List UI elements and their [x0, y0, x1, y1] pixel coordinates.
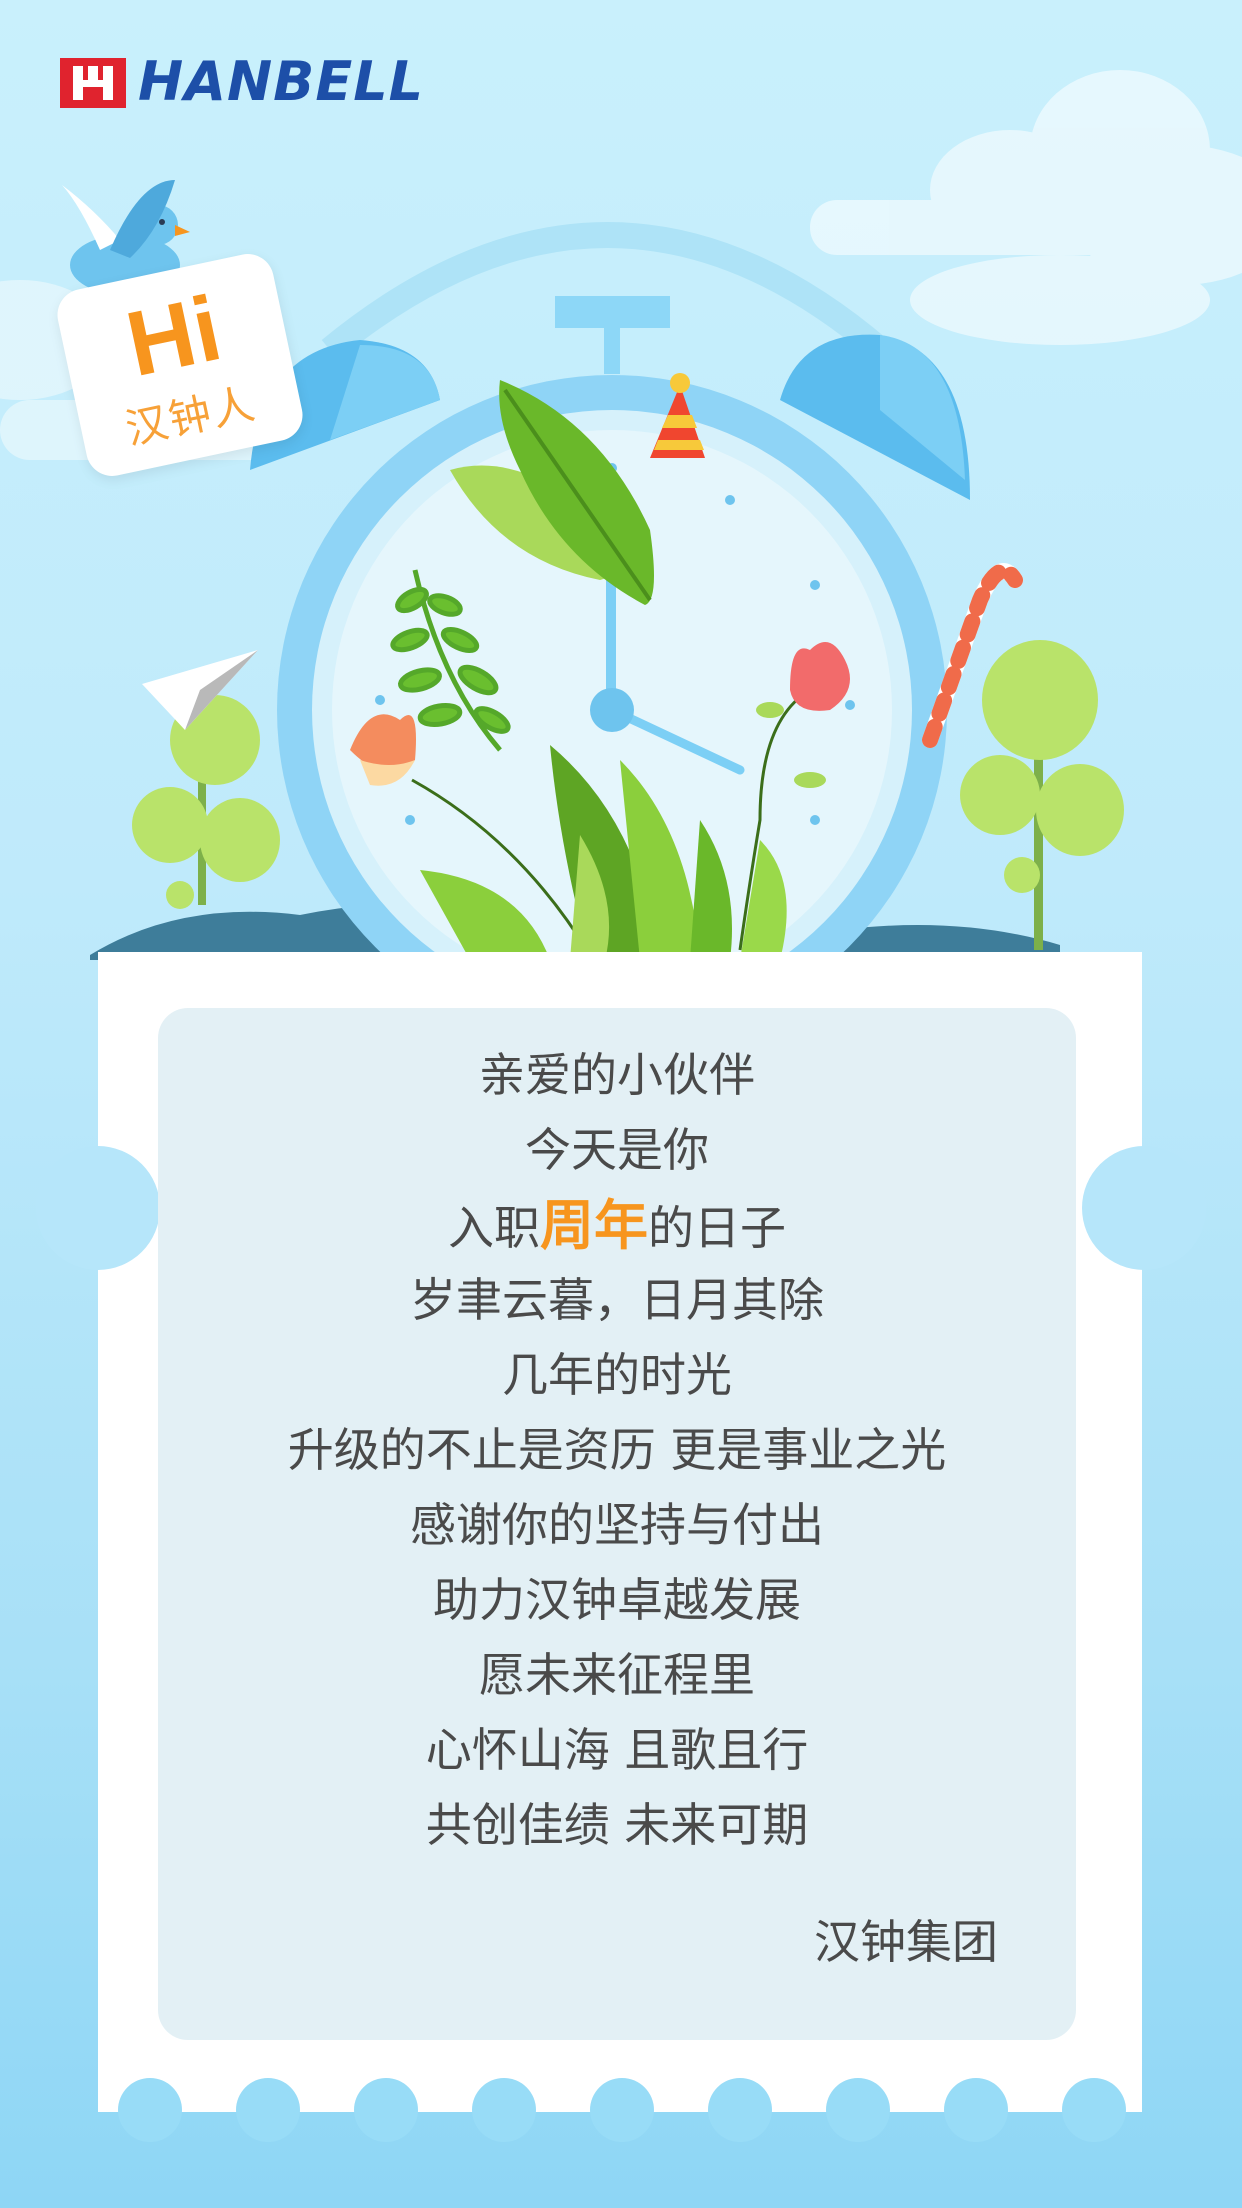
poem-text: 的日子: [648, 1201, 786, 1255]
hanbell-logo: HANBELL: [60, 50, 440, 113]
message-panel: 亲爱的小伙伴 今天是你 入职周年的日子 岁聿云暮，日月其除 几年的时光 升级的不…: [158, 1008, 1076, 2040]
poem-line: 升级的不止是资历 更是事业之光: [287, 1423, 947, 1477]
clock-stem: [555, 296, 670, 328]
highlight-anniversary: 周年: [540, 1194, 648, 1257]
poem-line: 岁聿云暮，日月其除: [410, 1273, 824, 1327]
poem-line: 亲爱的小伙伴: [479, 1048, 755, 1102]
signature: 汉钟集团: [814, 1915, 998, 1969]
poem: 亲爱的小伙伴 今天是你 入职周年的日子 岁聿云暮，日月其除 几年的时光 升级的不…: [158, 1038, 1076, 1863]
poem-line: 入职周年的日子: [158, 1188, 1076, 1263]
poem-line: 愿未来征程里: [479, 1648, 755, 1702]
poem-line: 共创佳绩 未来可期: [425, 1798, 809, 1852]
ticket-notch-left: [36, 1146, 160, 1270]
poem-line: 今天是你: [525, 1123, 709, 1177]
poem-text: 入职: [448, 1201, 540, 1255]
logo-text: HANBELL: [138, 50, 425, 113]
poem-line: 心怀山海 且歌且行: [425, 1723, 809, 1777]
hanbell-logo-icon: [60, 58, 126, 108]
anniversary-card-page: HANBELL Hi 汉钟人 亲爱的小伙伴 今天是你 入职周年的日子 岁聿云暮，…: [0, 0, 1242, 2208]
ticket-notch-right: [1082, 1146, 1206, 1270]
cloud-icon: [810, 70, 1242, 345]
poem-line: 几年的时光: [502, 1348, 732, 1402]
background-illustration: [0, 70, 1242, 980]
tree-left-icon: [132, 695, 280, 909]
tree-right-icon: [960, 640, 1124, 950]
poem-line: 感谢你的坚持与付出: [410, 1498, 824, 1552]
poem-line: 助力汉钟卓越发展: [433, 1573, 801, 1627]
